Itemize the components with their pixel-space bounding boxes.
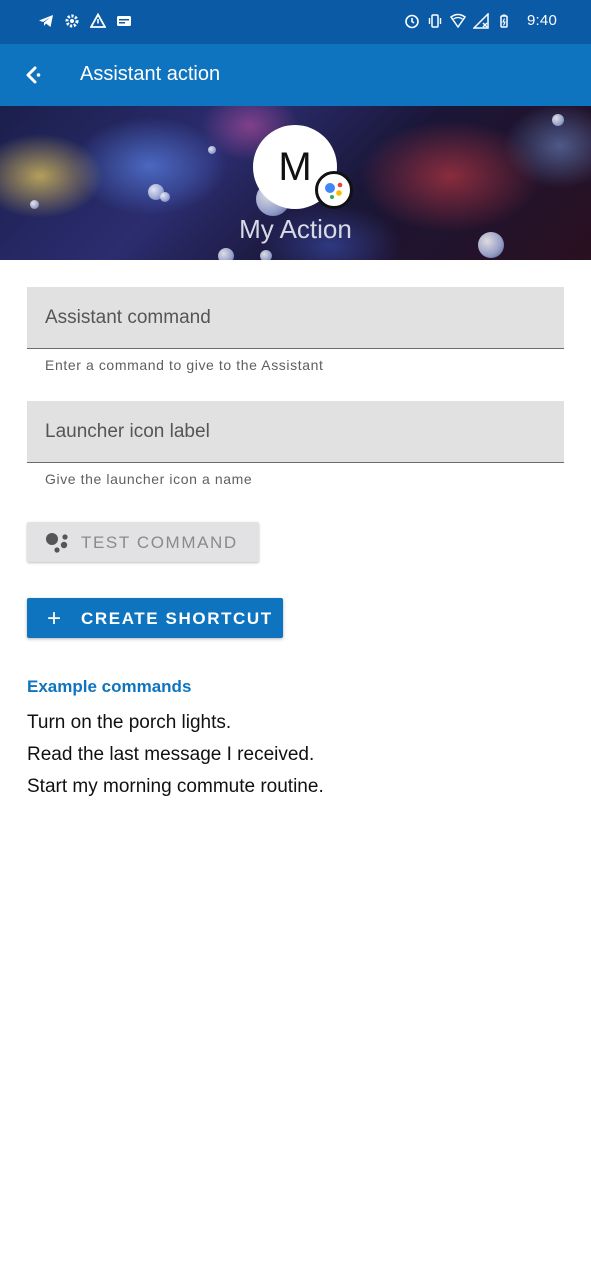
avatar-letter: M <box>278 144 312 189</box>
assistant-command-helper: Enter a command to give to the Assistant <box>45 357 324 373</box>
example-command: Read the last message I received. <box>27 744 315 765</box>
decorative-bubble <box>30 200 39 209</box>
examples-list: Turn on the porch lights. Read the last … <box>27 710 324 806</box>
create-shortcut-label: CREATE SHORTCUT <box>81 609 273 628</box>
launcher-icon-label-helper: Give the launcher icon a name <box>45 471 253 487</box>
status-left-icons <box>38 13 132 29</box>
test-command-button[interactable]: TEST COMMAND <box>27 522 259 562</box>
page-title: Assistant action <box>80 63 221 85</box>
settings-icon <box>65 14 79 28</box>
assistant-command-label: Assistant command <box>45 307 211 328</box>
assistant-command-field[interactable]: Assistant command <box>27 287 564 349</box>
example-command: Start my morning commute routine. <box>27 776 324 797</box>
timer-icon <box>405 14 419 28</box>
test-command-label: TEST COMMAND <box>81 533 238 552</box>
action-name: My Action <box>239 214 352 244</box>
warning-icon <box>90 13 106 28</box>
card-icon <box>117 16 131 26</box>
status-time: 9:40 <box>527 12 557 29</box>
wifi-icon <box>450 13 466 28</box>
decorative-bubble <box>218 248 234 260</box>
google-assistant-icon <box>315 171 353 209</box>
example-command: Turn on the porch lights. <box>27 712 232 733</box>
assistant-icon <box>46 533 68 553</box>
decorative-bubble <box>260 250 272 260</box>
decorative-bubble <box>552 114 564 126</box>
telegram-icon <box>39 15 53 27</box>
battery-icon <box>500 14 508 28</box>
launcher-icon-label-field[interactable]: Launcher icon label <box>27 401 564 463</box>
back-arrow-icon[interactable] <box>16 59 48 91</box>
decorative-bubble <box>160 192 170 202</box>
examples-heading: Example commands <box>27 677 192 696</box>
decorative-bubble <box>208 146 216 154</box>
vibrate-icon <box>428 13 442 28</box>
plus-icon: + <box>47 605 63 632</box>
signal-off-icon <box>473 12 489 29</box>
app-bar: Assistant action <box>0 44 591 106</box>
create-shortcut-button[interactable]: + CREATE SHORTCUT <box>27 598 283 638</box>
status-right-icons: 9:40 <box>404 12 557 29</box>
launcher-icon-label-label: Launcher icon label <box>45 421 210 442</box>
status-bar: 9:40 <box>0 0 591 44</box>
